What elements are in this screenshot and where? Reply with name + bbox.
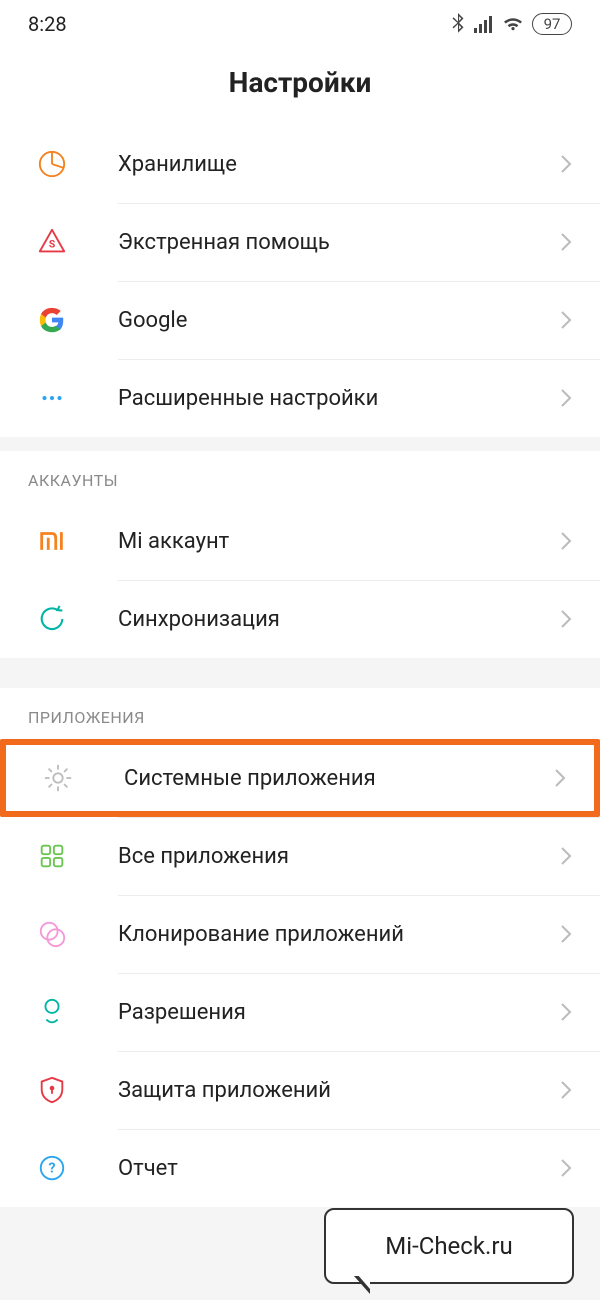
row-permissions[interactable]: Разрешения xyxy=(0,973,600,1051)
row-label: Защита приложений xyxy=(118,1078,560,1103)
row-label: Хранилище xyxy=(118,152,560,177)
group-header-accounts: АККАУНТЫ xyxy=(0,451,600,502)
row-label: Расширенные настройки xyxy=(118,386,560,411)
mi-icon xyxy=(28,517,76,565)
status-bar: 8:28 97 xyxy=(0,0,600,48)
section-divider xyxy=(0,437,600,451)
clone-icon xyxy=(28,910,76,958)
row-advanced-settings[interactable]: Расширенные настройки xyxy=(0,359,600,437)
row-sos[interactable]: S Экстренная помощь xyxy=(0,203,600,281)
report-icon: ? xyxy=(28,1144,76,1192)
watermark-text: Mi-Check.ru xyxy=(385,1232,512,1260)
tooltip-tail-icon xyxy=(354,1276,370,1294)
settings-group-apps: ПРИЛОЖЕНИЯ Системные приложения Все прил… xyxy=(0,688,600,1207)
google-icon xyxy=(28,296,76,344)
status-time: 8:28 xyxy=(28,12,67,36)
chevron-right-icon xyxy=(560,1002,572,1022)
wifi-icon xyxy=(502,15,524,33)
group-header-apps: ПРИЛОЖЕНИЯ xyxy=(0,688,600,739)
gear-icon xyxy=(34,754,82,802)
settings-group-system: Хранилище S Экстренная помощь Google xyxy=(0,125,600,437)
page-title: Настройки xyxy=(0,66,600,99)
chevron-right-icon xyxy=(560,1158,572,1178)
row-label: Синхронизация xyxy=(118,607,560,632)
row-label: Google xyxy=(118,308,560,333)
row-clone-apps[interactable]: Клонирование приложений xyxy=(0,895,600,973)
row-system-apps[interactable]: Системные приложения xyxy=(0,739,600,817)
chevron-right-icon xyxy=(560,1080,572,1100)
bluetooth-icon xyxy=(450,13,466,35)
row-sync[interactable]: Синхронизация xyxy=(0,580,600,658)
battery-indicator: 97 xyxy=(532,13,572,35)
watermark-tooltip: Mi-Check.ru xyxy=(324,1208,574,1284)
chevron-right-icon xyxy=(560,846,572,866)
row-label: Клонирование приложений xyxy=(118,922,560,947)
row-label: Все приложения xyxy=(118,844,560,869)
row-label: Системные приложения xyxy=(124,766,554,791)
permissions-icon xyxy=(28,988,76,1036)
apps-icon xyxy=(28,832,76,880)
storage-icon xyxy=(28,140,76,188)
row-label: Mi аккаунт xyxy=(118,529,560,554)
section-divider xyxy=(0,674,600,688)
row-storage[interactable]: Хранилище xyxy=(0,125,600,203)
chevron-right-icon xyxy=(560,154,572,174)
row-all-apps[interactable]: Все приложения xyxy=(0,817,600,895)
chevron-right-icon xyxy=(560,388,572,408)
chevron-right-icon xyxy=(560,310,572,330)
row-report[interactable]: ? Отчет xyxy=(0,1129,600,1207)
chevron-right-icon xyxy=(554,768,566,788)
svg-text:S: S xyxy=(49,238,55,251)
status-indicators: 97 xyxy=(450,13,572,35)
page-header: Настройки xyxy=(0,48,600,125)
chevron-right-icon xyxy=(560,531,572,551)
chevron-right-icon xyxy=(560,232,572,252)
row-label: Отчет xyxy=(118,1156,560,1181)
row-app-protection[interactable]: Защита приложений xyxy=(0,1051,600,1129)
sos-icon: S xyxy=(28,218,76,266)
row-google[interactable]: Google xyxy=(0,281,600,359)
chevron-right-icon xyxy=(560,609,572,629)
chevron-right-icon xyxy=(560,924,572,944)
row-mi-account[interactable]: Mi аккаунт xyxy=(0,502,600,580)
row-label: Экстренная помощь xyxy=(118,230,560,255)
settings-group-accounts: АККАУНТЫ Mi аккаунт Синхронизация xyxy=(0,451,600,658)
signal-icon xyxy=(474,15,494,33)
sync-icon xyxy=(28,595,76,643)
svg-text:?: ? xyxy=(49,1161,56,1177)
row-label: Разрешения xyxy=(118,1000,560,1025)
shield-icon xyxy=(28,1066,76,1114)
more-icon xyxy=(28,374,76,422)
